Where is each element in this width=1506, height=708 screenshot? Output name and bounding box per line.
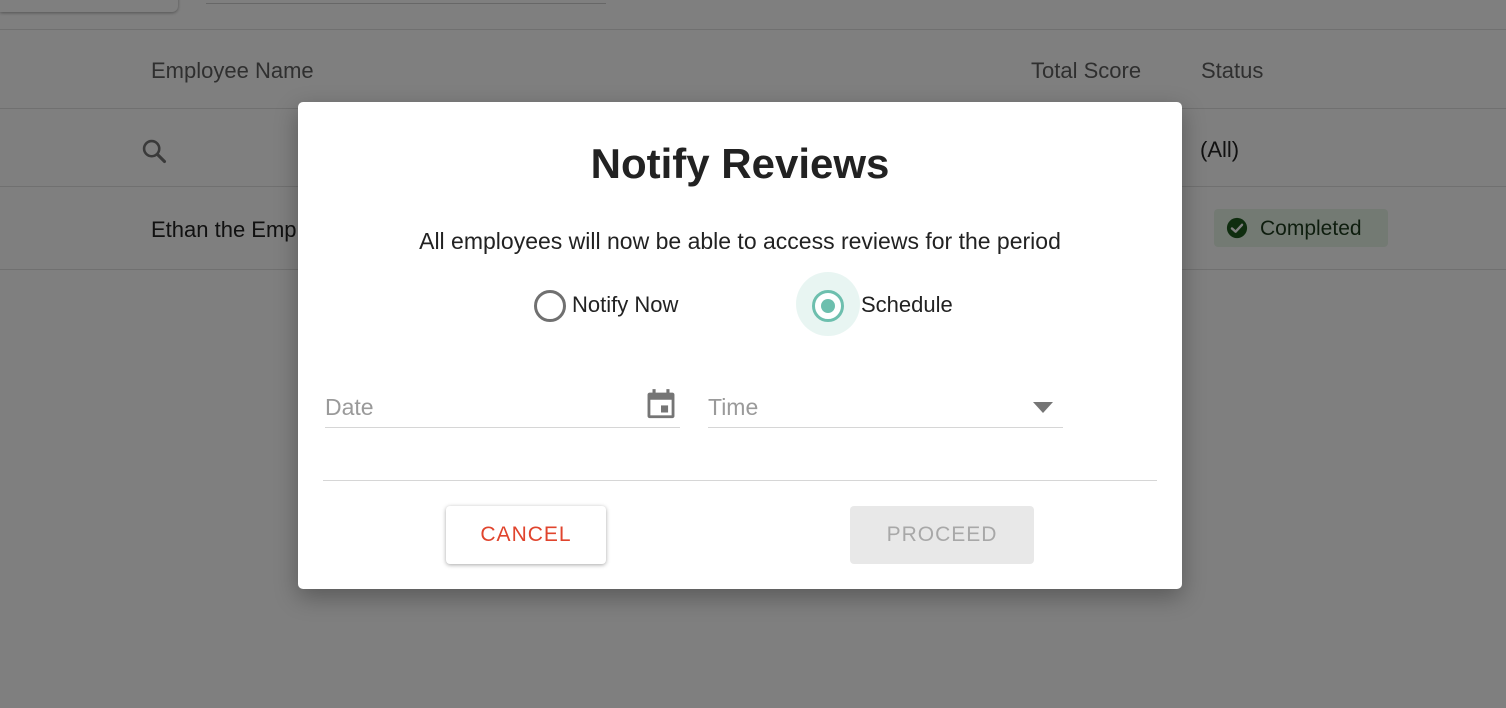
- radio-notify-now-label: Notify Now: [572, 292, 679, 317]
- chevron-down-icon[interactable]: [1033, 402, 1053, 414]
- radio-schedule-label: Schedule: [861, 292, 953, 317]
- notify-reviews-dialog: Notify Reviews All employees will now be…: [298, 102, 1182, 589]
- radio-schedule[interactable]: Schedule: [796, 270, 976, 336]
- dialog-title: Notify Reviews: [590, 140, 890, 187]
- date-field[interactable]: Date: [325, 384, 680, 428]
- dialog-divider: [323, 480, 1157, 481]
- dialog-message: All employees will now be able to access…: [419, 228, 1061, 254]
- cancel-button[interactable]: CANCEL: [446, 506, 606, 564]
- date-field-label: Date: [325, 394, 374, 420]
- time-field[interactable]: Time: [708, 384, 1063, 428]
- time-field-label: Time: [708, 394, 759, 420]
- proceed-button[interactable]: PROCEED: [850, 506, 1034, 564]
- radio-unchecked-icon: [534, 290, 566, 322]
- radio-dot: [821, 299, 835, 313]
- page: Employee Name Total Score Status (All) E…: [0, 0, 1506, 708]
- radio-checked-icon: [812, 290, 844, 322]
- radio-halo: [796, 272, 860, 336]
- calendar-icon[interactable]: [644, 386, 678, 422]
- radio-notify-now[interactable]: Notify Now: [518, 270, 698, 336]
